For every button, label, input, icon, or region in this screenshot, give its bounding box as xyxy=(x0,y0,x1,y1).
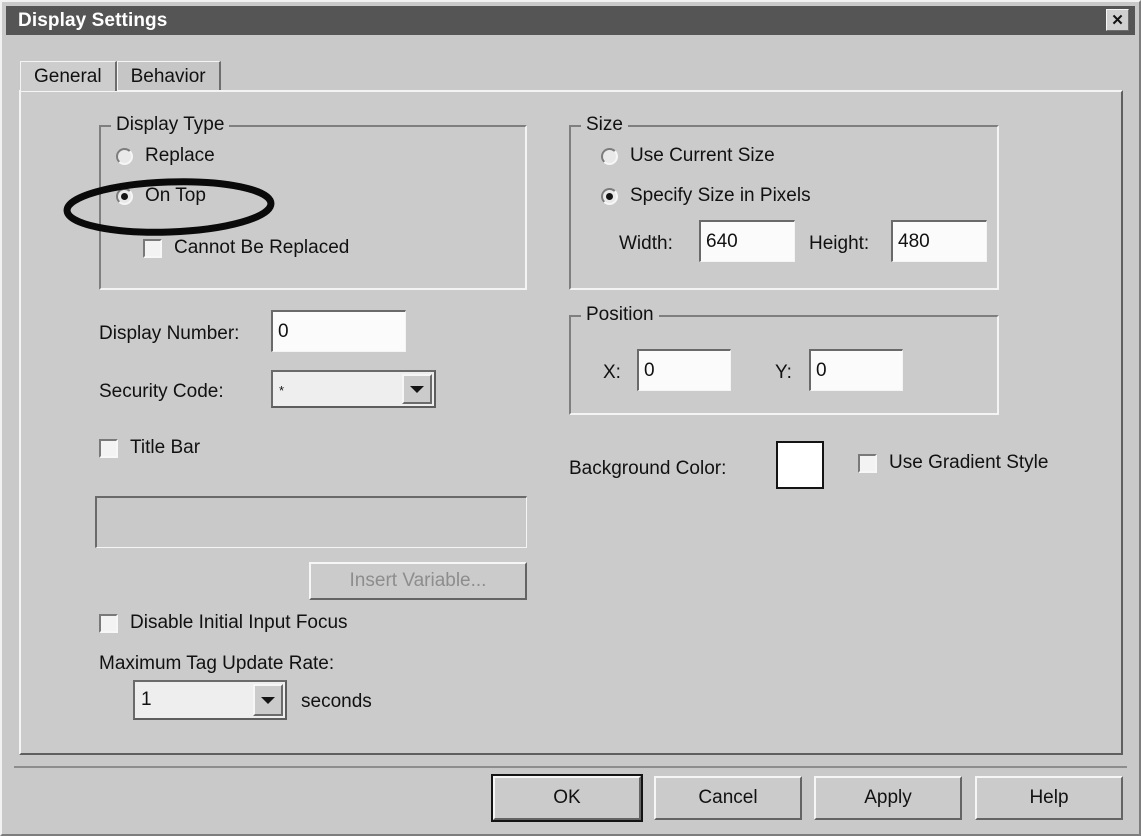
tab-behavior[interactable]: Behavior xyxy=(116,61,221,91)
width-value: 640 xyxy=(706,230,738,252)
checkbox-cannot-be-replaced-label: Cannot Be Replaced xyxy=(174,237,350,258)
display-number-label: Display Number: xyxy=(99,323,240,344)
security-code-label: Security Code: xyxy=(99,381,224,402)
tab-behavior-label: Behavior xyxy=(130,65,206,87)
max-tag-update-rate-value: 1 xyxy=(141,689,152,710)
radio-use-current-size-indicator xyxy=(601,147,618,165)
tab-general[interactable]: General xyxy=(20,61,117,91)
tab-general-label: General xyxy=(34,65,102,87)
checkbox-use-gradient-style-indicator xyxy=(858,453,877,473)
position-y-label: Y: xyxy=(775,362,792,383)
checkbox-title-bar-label: Title Bar xyxy=(130,437,201,458)
width-input[interactable]: 640 xyxy=(699,220,795,262)
checkbox-title-bar-indicator xyxy=(99,438,118,458)
height-input[interactable]: 480 xyxy=(891,220,987,262)
radio-replace-label: Replace xyxy=(145,145,215,166)
security-code-combo[interactable]: * xyxy=(271,370,436,408)
size-group: Size Use Current Size Specify Size in Pi… xyxy=(569,114,999,290)
checkbox-use-gradient-style[interactable]: Use Gradient Style xyxy=(858,452,1048,474)
titlebar: Display Settings ✕ xyxy=(6,6,1135,35)
position-y-input[interactable]: 0 xyxy=(809,349,903,391)
display-type-legend: Display Type xyxy=(111,114,230,136)
background-color-swatch[interactable] xyxy=(776,441,824,489)
radio-use-current-size-label: Use Current Size xyxy=(630,145,775,166)
position-x-input[interactable]: 0 xyxy=(637,349,731,391)
cancel-button-label: Cancel xyxy=(698,787,758,808)
display-type-group: Display Type Replace On Top Cannot Be Re… xyxy=(99,114,527,290)
checkbox-cannot-be-replaced[interactable]: Cannot Be Replaced xyxy=(143,237,349,259)
title-bar-text-input[interactable] xyxy=(95,496,527,548)
close-icon[interactable]: ✕ xyxy=(1106,9,1129,31)
height-label: Height: xyxy=(809,233,870,254)
tabstrip: General Behavior xyxy=(20,60,221,91)
checkbox-disable-initial-input-focus[interactable]: Disable Initial Input Focus xyxy=(99,612,348,634)
max-tag-update-rate-combo[interactable]: 1 xyxy=(133,680,287,720)
radio-specify-size-in-pixels[interactable]: Specify Size in Pixels xyxy=(601,185,811,207)
position-y-value: 0 xyxy=(816,359,827,381)
checkbox-use-gradient-style-label: Use Gradient Style xyxy=(889,452,1049,473)
radio-on-top[interactable]: On Top xyxy=(116,185,206,207)
window-title: Display Settings xyxy=(18,9,168,31)
size-legend: Size xyxy=(581,114,628,136)
security-code-value: * xyxy=(279,382,285,398)
help-button-label: Help xyxy=(1029,787,1069,808)
radio-specify-size-in-pixels-indicator xyxy=(601,187,618,205)
checkbox-disable-initial-input-focus-indicator xyxy=(99,613,118,633)
checkbox-title-bar[interactable]: Title Bar xyxy=(99,437,200,459)
position-legend: Position xyxy=(581,304,659,326)
footer-divider xyxy=(14,766,1127,768)
display-number-value: 0 xyxy=(278,320,289,342)
insert-variable-button-label: Insert Variable... xyxy=(349,570,487,591)
cancel-button[interactable]: Cancel xyxy=(654,776,802,820)
apply-button-label: Apply xyxy=(864,787,912,808)
position-group: Position X: 0 Y: 0 xyxy=(569,304,999,415)
width-label: Width: xyxy=(619,233,673,254)
screenshot-root: Display Settings ✕ General Behavior Disp… xyxy=(0,0,1141,836)
ok-button[interactable]: OK xyxy=(491,774,643,822)
ok-button-label: OK xyxy=(553,787,581,808)
general-tab-panel: Display Type Replace On Top Cannot Be Re… xyxy=(19,90,1123,755)
background-color-label: Background Color: xyxy=(569,458,727,479)
radio-use-current-size[interactable]: Use Current Size xyxy=(601,145,775,167)
help-button[interactable]: Help xyxy=(975,776,1123,820)
radio-on-top-label: On Top xyxy=(145,185,206,206)
radio-replace-indicator xyxy=(116,147,133,165)
radio-replace[interactable]: Replace xyxy=(116,145,215,167)
max-tag-update-rate-label: Maximum Tag Update Rate: xyxy=(99,653,335,674)
position-x-label: X: xyxy=(603,362,621,383)
chevron-down-icon[interactable] xyxy=(402,374,432,404)
checkbox-cannot-be-replaced-indicator xyxy=(143,238,162,258)
display-settings-dialog: Display Settings ✕ General Behavior Disp… xyxy=(0,0,1141,836)
checkbox-disable-initial-input-focus-label: Disable Initial Input Focus xyxy=(130,612,348,633)
height-value: 480 xyxy=(898,230,930,252)
display-number-input[interactable]: 0 xyxy=(271,310,406,352)
chevron-down-icon[interactable] xyxy=(253,684,283,716)
position-x-value: 0 xyxy=(644,359,655,381)
insert-variable-button[interactable]: Insert Variable... xyxy=(309,562,527,600)
apply-button[interactable]: Apply xyxy=(814,776,962,820)
radio-on-top-indicator xyxy=(116,187,133,205)
radio-specify-size-in-pixels-label: Specify Size in Pixels xyxy=(630,185,811,206)
max-tag-update-rate-unit: seconds xyxy=(301,691,372,712)
